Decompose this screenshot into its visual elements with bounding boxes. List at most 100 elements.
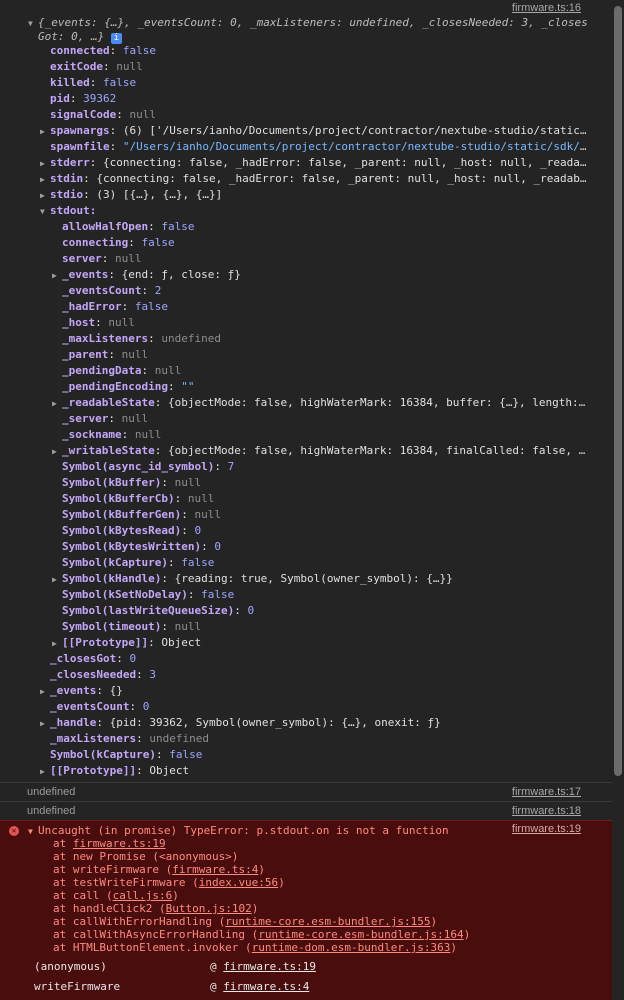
stack-frame: at call (call.js:6) — [53, 889, 179, 902]
stack-frame-link[interactable]: firmware.ts:19 — [73, 837, 166, 850]
expand-triangle-icon[interactable]: ▶ — [40, 172, 50, 187]
scrollbar-thumb[interactable] — [614, 6, 622, 776]
expand-triangle-icon[interactable]: ▼ — [28, 16, 38, 31]
property-value: null — [115, 252, 142, 265]
expand-triangle-icon[interactable]: ▶ — [40, 156, 50, 171]
stack-frame-text: ) — [251, 902, 259, 915]
stack-frame-link[interactable]: runtime-core.esm-bundler.js:164 — [258, 928, 463, 941]
property-value: {objectMode: false, highWaterMark: 16384… — [167, 396, 588, 409]
source-link[interactable]: firmware.ts:18 — [512, 805, 581, 817]
property-row[interactable]: ▶ _writableState: {objectMode: false, hig… — [52, 443, 588, 459]
stack-frame: at writeFirmware (firmware.ts:4) — [53, 863, 265, 876]
property-row[interactable]: ▶ stderr: {connecting: false, _hadError: … — [40, 155, 588, 171]
property-row: Symbol(lastWriteQueueSize): 0 — [62, 604, 255, 617]
expand-triangle-icon[interactable]: ▶ — [52, 268, 62, 283]
property-key: _events — [50, 684, 97, 697]
source-link[interactable]: firmware.ts:17 — [512, 786, 581, 798]
log-source-row: firmware.ts:16 — [0, 0, 612, 16]
property-row[interactable]: ▶ _handle: {pid: 39362, Symbol(owner_symb… — [40, 715, 441, 731]
expand-triangle-icon[interactable]: ▶ — [40, 124, 50, 139]
source-link[interactable]: firmware.ts:4 — [223, 980, 309, 993]
console-panel: firmware.ts:16 ▼ {_events: {…}, _eventsCo… — [0, 0, 612, 1000]
property-value: 7 — [227, 460, 235, 473]
expand-triangle-icon[interactable]: ▼ — [40, 204, 50, 219]
property-row[interactable]: ▶ stdin: {connecting: false, _hadError: f… — [40, 171, 588, 187]
expand-triangle-icon[interactable]: ▶ — [40, 764, 50, 779]
property-row: _pendingEncoding: "" — [62, 380, 195, 393]
property-row: _sockname: null — [62, 428, 162, 441]
property-row[interactable]: ▶ _events: {} — [40, 683, 123, 699]
property-key: [[Prototype]] — [50, 764, 137, 777]
expand-triangle-icon[interactable]: ▶ — [52, 444, 62, 459]
property-key: Symbol(kBufferGen) — [62, 508, 182, 521]
property-row[interactable]: ▶ stdio: (3) [{…}, {…}, {…}] — [40, 187, 222, 203]
property-key: stdin — [50, 172, 84, 185]
property-row: _pendingData: null — [62, 364, 182, 377]
stack-frame: at handleClick2 (Button.js:102) — [53, 902, 258, 915]
property-row: killed: false — [50, 76, 137, 89]
stack-frame: at callWithErrorHandling (runtime-core.e… — [53, 915, 437, 928]
property-key: _eventsCount — [62, 284, 142, 297]
stack-frame-text: ) — [172, 889, 179, 902]
property-value: false — [103, 76, 137, 89]
property-value: null — [116, 60, 143, 73]
property-key: _host — [62, 316, 96, 329]
stack-frame-link[interactable]: runtime-dom.esm-bundler.js:363 — [252, 941, 451, 954]
property-row-stdout[interactable]: ▼ stdout: — [40, 203, 96, 219]
expand-triangle-icon[interactable]: ▶ — [52, 396, 62, 411]
summary-key: _maxListeners — [249, 16, 337, 29]
stack-frame-link[interactable]: index.vue:56 — [199, 876, 278, 889]
property-key: _handle — [50, 716, 97, 729]
source-link[interactable]: firmware.ts:19 — [223, 960, 316, 973]
stack-frame-link[interactable]: firmware.ts:4 — [172, 863, 258, 876]
summary-key: _eventsCount — [137, 16, 217, 29]
property-key: _writableState — [62, 444, 155, 457]
property-key: Symbol(kHandle) — [62, 572, 162, 585]
expand-triangle-icon[interactable]: ▶ — [52, 636, 62, 651]
stack-frame: at firmware.ts:19 — [53, 837, 166, 850]
scrollbar[interactable] — [612, 0, 624, 1000]
property-row: _closesGot: 0 — [50, 652, 137, 665]
property-row[interactable]: ▶ _readableState: {objectMode: false, hig… — [52, 395, 588, 411]
expand-triangle-icon[interactable]: ▶ — [40, 716, 50, 731]
property-row: connecting: false — [62, 236, 175, 249]
property-value: false — [141, 236, 175, 249]
source-link[interactable]: firmware.ts:19 — [512, 823, 581, 835]
property-key: Symbol(kBytesRead) — [62, 524, 182, 537]
property-value: 0 — [194, 524, 202, 537]
property-value: 0 — [142, 700, 150, 713]
source-link[interactable]: firmware.ts:16 — [512, 2, 581, 14]
property-row[interactable]: ▶ spawnargs: (6) ['/Users/ianho/Documents… — [40, 123, 588, 139]
property-row[interactable]: ▶ Symbol(kHandle): {reading: true, Symbol… — [52, 571, 453, 587]
property-row[interactable]: ▶ [[Prototype]]: Object — [40, 763, 189, 779]
expand-triangle-icon[interactable]: ▼ — [28, 824, 38, 839]
property-row: server: null — [62, 252, 142, 265]
property-value: 0 — [214, 540, 221, 553]
property-key: Symbol(kBytesWritten) — [62, 540, 202, 553]
property-value: "" — [181, 380, 195, 393]
property-row: exitCode: null — [50, 60, 143, 73]
property-key: connected — [50, 44, 110, 57]
expand-triangle-icon[interactable]: ▶ — [52, 572, 62, 587]
property-value: false — [181, 556, 215, 569]
stack-frame-text: at new Promise (<anonymous>) — [53, 850, 239, 863]
property-key: signalCode — [50, 108, 117, 121]
stack-frame-text: at HTMLButtonElement.invoker ( — [53, 941, 252, 954]
property-row: _maxListeners: undefined — [50, 732, 209, 745]
stack-frame-link[interactable]: Button.js:102 — [166, 902, 252, 915]
expand-triangle-icon[interactable]: ▶ — [40, 684, 50, 699]
stack-frame-text: at callWithAsyncErrorHandling ( — [53, 928, 259, 941]
property-key: _maxListeners — [62, 332, 149, 345]
property-value: null — [121, 348, 149, 361]
property-row[interactable]: ▶ [[Prototype]]: Object — [52, 635, 201, 651]
expand-triangle-icon[interactable]: ▶ — [40, 188, 50, 203]
async-stack-location: @ firmware.ts:19 — [210, 960, 316, 973]
property-row: Symbol(kBytesRead): 0 — [62, 524, 202, 537]
property-row: Symbol(kBufferCb): null — [62, 492, 215, 505]
property-key: Symbol(kBuffer) — [62, 476, 162, 489]
property-row[interactable]: ▶ _events: {end: ƒ, close: ƒ} — [52, 267, 241, 283]
stack-frame-link[interactable]: runtime-core.esm-bundler.js:155 — [225, 915, 430, 928]
stack-frame-link[interactable]: call.js:6 — [113, 889, 173, 902]
function-name: writeFirmware — [34, 980, 121, 993]
property-key: _readableState — [62, 396, 155, 409]
